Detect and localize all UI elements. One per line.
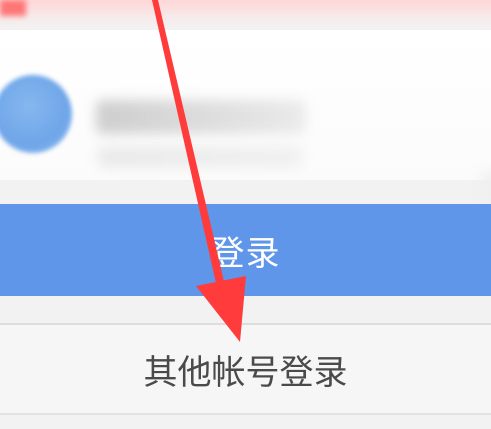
- other-account-login-button[interactable]: 其他帐号登录: [0, 323, 491, 415]
- account-sub-blurred: [98, 146, 303, 168]
- account-card[interactable]: [0, 30, 491, 232]
- top-red-corner: [0, 0, 26, 16]
- login-button-label: 登录: [210, 233, 281, 274]
- login-button[interactable]: 登录: [0, 204, 491, 296]
- other-account-login-label: 其他帐号登录: [143, 352, 348, 393]
- avatar: [0, 75, 72, 153]
- account-name-blurred: [96, 100, 306, 134]
- top-status-strip: [0, 0, 491, 30]
